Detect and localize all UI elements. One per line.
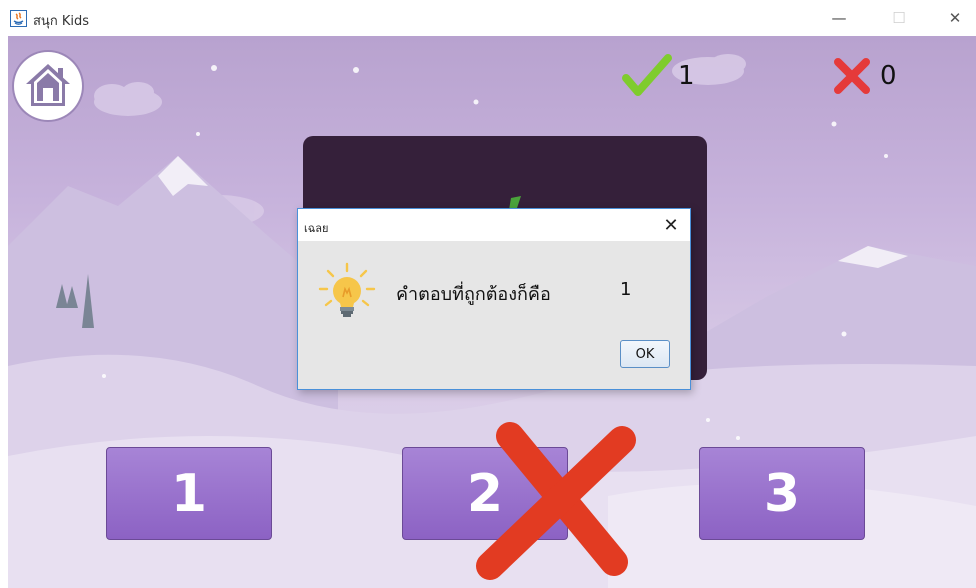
- maximize-button[interactable]: ☐: [876, 0, 922, 36]
- close-window-button[interactable]: ✕: [932, 0, 976, 36]
- dialog-message: คำตอบที่ถูกต้องก็คือ: [396, 284, 551, 305]
- correct-count: 1: [678, 61, 695, 91]
- window-title: สนุก Kids: [33, 14, 89, 29]
- java-app-icon: [10, 10, 27, 27]
- checkmark-icon: [622, 54, 672, 96]
- lightbulb-icon: [316, 261, 378, 327]
- answer-dialog: เฉลย ✕ คำตอบที่ถูกต้องก็คือ 1 OK: [297, 208, 691, 390]
- wrong-count: 0: [880, 61, 897, 91]
- dialog-close-button[interactable]: ✕: [658, 211, 684, 239]
- window-titlebar: สนุก Kids — ☐ ✕: [0, 0, 976, 36]
- dialog-answer-value: 1: [620, 279, 632, 300]
- ok-button[interactable]: OK: [620, 340, 670, 368]
- answer-button-1[interactable]: 1: [106, 447, 272, 540]
- home-icon: [26, 64, 70, 106]
- wrong-score: 0: [830, 52, 897, 100]
- minimize-button[interactable]: —: [816, 0, 862, 36]
- dialog-titlebar: เฉลย ✕: [298, 209, 690, 241]
- home-button[interactable]: [14, 52, 82, 120]
- dialog-title: เฉลย: [304, 222, 329, 235]
- wrong-answer-x-icon: [476, 422, 636, 580]
- x-mark-icon: [834, 58, 870, 94]
- correct-score: 1: [622, 52, 695, 100]
- answer-button-3[interactable]: 3: [699, 447, 865, 540]
